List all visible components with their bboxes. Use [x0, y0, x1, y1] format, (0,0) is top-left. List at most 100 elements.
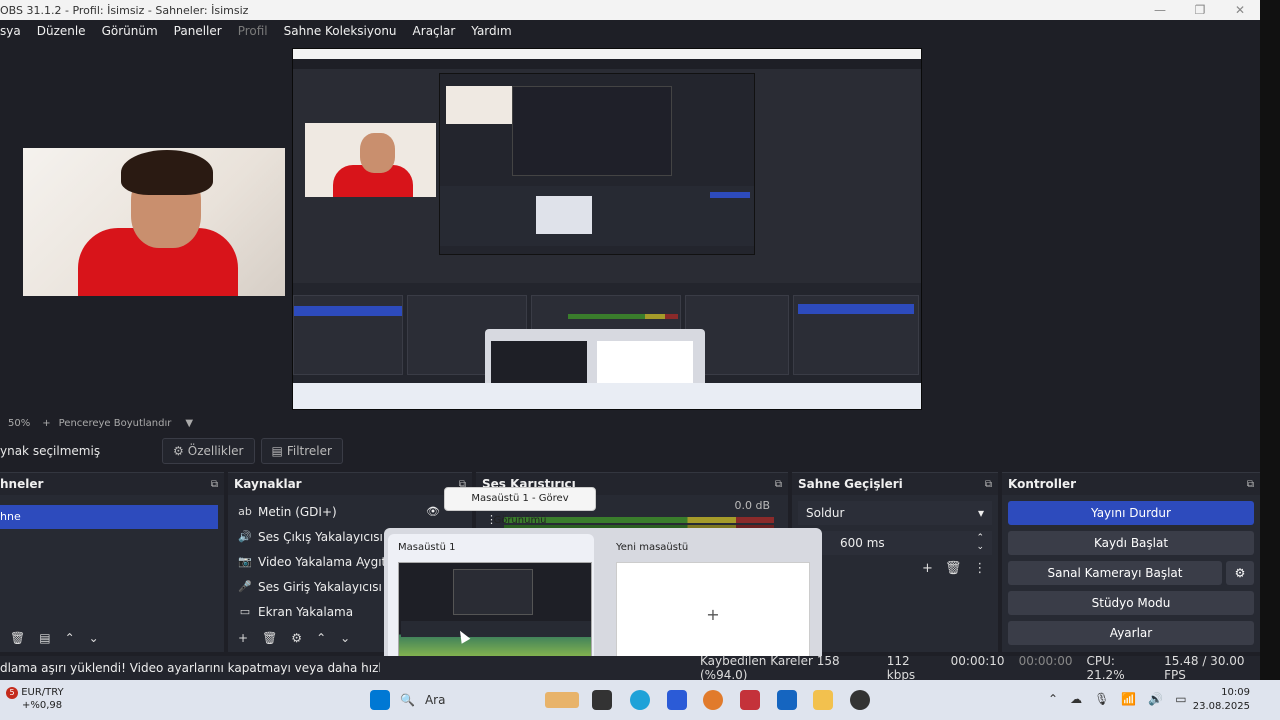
notification-badge: 5 [6, 687, 18, 699]
desktop-1-card[interactable]: Masaüstü 1 [388, 534, 594, 668]
menu-profile[interactable]: Profil [230, 24, 276, 38]
arrow-down-icon[interactable]: ⌄ [89, 631, 99, 645]
nested-preview-small [512, 86, 672, 176]
thumbnail-preview [453, 569, 533, 615]
trash-icon[interactable]: 🗑 [262, 631, 277, 645]
stock-widget[interactable]: 5 EUR/TRY +%0,98 [6, 686, 64, 712]
arrow-up-icon[interactable]: ⌃ [65, 631, 75, 645]
plus-icon[interactable]: + [238, 631, 248, 645]
edge-browser-icon[interactable] [630, 690, 650, 710]
encoder-warning: dlama aşırı yüklendi! Video ayarlarını k… [0, 661, 380, 675]
obs-icon[interactable] [850, 690, 870, 710]
copilot-icon[interactable] [703, 690, 723, 710]
monitor-icon: ▭ [239, 605, 251, 618]
system-tray: ⌃ ☁ 🎙 📶 🔊 ▭ [1048, 692, 1187, 706]
desktop-1-label: Masaüstü 1 [398, 542, 456, 553]
source-item[interactable]: ab Metin (GDI+) 👁 [228, 499, 472, 524]
taskbar-search[interactable]: 🔍 Ara [400, 686, 590, 714]
chevron-down-icon[interactable]: ▼ [185, 418, 193, 429]
zoom-level[interactable]: 50% [8, 418, 30, 429]
no-source-selected-label: ynak seçilmemiş [0, 444, 101, 458]
studio-mode-button[interactable]: Stüdyo Modu [1008, 591, 1254, 615]
cloud-icon[interactable]: ☁ [1070, 692, 1082, 706]
filters-button[interactable]: ▤ Filtreler [260, 438, 343, 464]
mcafee-icon[interactable] [740, 690, 760, 710]
transition-select[interactable]: Soldur ▾ [798, 501, 992, 525]
search-icon: 🔍 [400, 693, 415, 707]
menu-tools[interactable]: Araçlar [405, 24, 464, 38]
mixer-db-value: 0.0 dB [734, 499, 770, 512]
preview-area[interactable] [0, 42, 1260, 412]
arrow-up-icon[interactable]: ⌃ [316, 631, 326, 645]
new-desktop-card[interactable]: Yeni masaüstü + [606, 534, 812, 666]
eye-icon[interactable]: 👁 [426, 505, 440, 518]
source-info-bar: ynak seçilmemiş ⚙ Özellikler ▤ Filtreler [0, 436, 1260, 466]
controls-dock: Kontroller ⧉ Yayını Durdur Kaydı Başlat … [1002, 472, 1260, 652]
properties-button[interactable]: ⚙ Özellikler [162, 438, 255, 464]
file-explorer-icon[interactable] [813, 690, 833, 710]
display-capture-canvas[interactable] [292, 48, 922, 410]
stop-streaming-button[interactable]: Yayını Durdur [1008, 501, 1254, 525]
popout-icon[interactable]: ⧉ [985, 479, 992, 490]
task-view-icon[interactable] [592, 690, 612, 710]
popout-icon[interactable]: ⧉ [211, 479, 218, 490]
nested-docks [293, 283, 921, 399]
clock-time: 10:09 [1221, 687, 1250, 698]
sources-title: Kaynaklar [234, 477, 302, 491]
clock-date: 23.08.2025 [1192, 701, 1250, 712]
wifi-icon[interactable]: 📶 [1121, 692, 1136, 706]
window-controls: — ❐ ✕ [1140, 0, 1260, 20]
menu-help[interactable]: Yardım [463, 24, 519, 38]
trash-icon[interactable]: 🗑 [945, 561, 962, 576]
menu-edit[interactable]: Düzenle [29, 24, 94, 38]
source-label: Ses Giriş Yakalayıcısı [258, 579, 382, 594]
settings-button[interactable]: Ayarlar [1008, 621, 1254, 645]
scenes-toolbar: 🗑 ▤ ⌃ ⌄ [0, 628, 224, 648]
fps-value: 15.48 / 30.00 FPS [1164, 654, 1245, 682]
plus-icon: + [706, 604, 720, 624]
spin-arrows-icon[interactable]: ⌃ ⌄ [976, 534, 984, 552]
app-icon[interactable] [667, 690, 687, 710]
source-label: Video Yakalama Aygıtı [258, 554, 390, 569]
start-recording-button[interactable]: Kaydı Başlat [1008, 531, 1254, 555]
chevron-up-icon[interactable]: ⌃ [1048, 692, 1058, 706]
gear-icon[interactable]: ⚙ [1226, 561, 1254, 585]
menu-bar: sya Düzenle Görünüm Paneller Profil Sahn… [0, 20, 1260, 42]
gear-icon: ⚙ [173, 444, 184, 458]
text-icon: ab [238, 505, 252, 518]
close-button[interactable]: ✕ [1220, 0, 1260, 20]
maximize-button[interactable]: ❐ [1180, 0, 1220, 20]
new-desktop-label: Yeni masaüstü [616, 542, 689, 553]
fit-to-window-label[interactable]: Pencereye Boyutlandır [59, 418, 172, 429]
windows-start-icon[interactable] [370, 690, 390, 710]
gear-icon[interactable]: ⚙ [291, 631, 302, 645]
plus-icon[interactable]: + [922, 561, 933, 576]
menu-file[interactable]: sya [0, 24, 29, 38]
duration-spinbox[interactable]: 600 ms ⌃ ⌄ [798, 531, 992, 555]
filter-icon[interactable]: ▤ [39, 631, 50, 645]
minimize-button[interactable]: — [1140, 0, 1180, 20]
menu-docks[interactable]: Paneller [166, 24, 230, 38]
store-icon[interactable] [777, 690, 797, 710]
add-desktop-button[interactable]: + [616, 562, 810, 666]
microphone-icon[interactable]: 🎙 [1094, 692, 1109, 706]
menu-scene-collection[interactable]: Sahne Koleksiyonu [276, 24, 405, 38]
zoom-add-icon[interactable]: + [42, 418, 50, 429]
menu-view[interactable]: Görünüm [94, 24, 166, 38]
duration-value: 600 ms [840, 536, 885, 550]
battery-icon[interactable]: ▭ [1175, 692, 1186, 706]
trash-icon[interactable]: 🗑 [10, 631, 25, 645]
start-virtual-camera-button[interactable]: Sanal Kamerayı Başlat [1008, 561, 1222, 585]
volume-icon[interactable]: 🔊 [1148, 692, 1163, 706]
popout-icon[interactable]: ⧉ [775, 479, 782, 490]
clock[interactable]: 10:09 23.08.2025 [1193, 686, 1250, 714]
nested-taskview [536, 196, 592, 234]
scene-item[interactable]: hne [0, 505, 218, 529]
more-icon[interactable]: ⋮ [973, 561, 986, 576]
nested-taskbar [293, 383, 921, 409]
popout-icon[interactable]: ⧉ [1247, 479, 1254, 490]
microphone-icon: 🎤 [238, 580, 252, 593]
status-stats: Kaybedilen Kareler 158 (%94.0) 112 kbps … [700, 654, 1260, 682]
nested-controls [793, 295, 919, 375]
arrow-down-icon[interactable]: ⌄ [340, 631, 350, 645]
